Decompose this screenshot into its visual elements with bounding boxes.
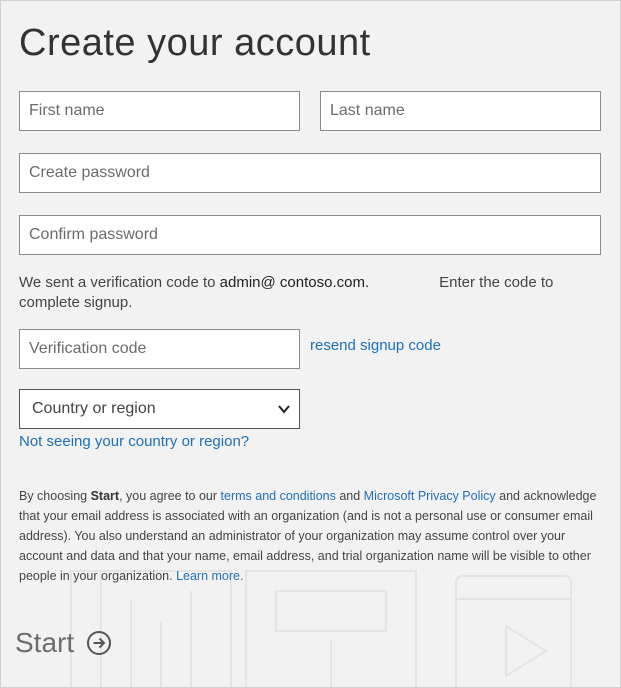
first-name-input[interactable]: [19, 91, 300, 131]
last-name-input[interactable]: [320, 91, 601, 131]
privacy-policy-link[interactable]: Microsoft Privacy Policy: [364, 489, 496, 503]
country-select-value: Country or region: [32, 400, 156, 417]
signup-page: Create your account We sent a verificati…: [0, 0, 621, 688]
legal-text-part: By choosing: [19, 489, 91, 503]
country-region-select[interactable]: Country or region: [19, 389, 300, 429]
legal-text: By choosing Start, you agree to our term…: [19, 486, 604, 586]
not-seeing-country-link[interactable]: Not seeing your country or region?: [19, 433, 249, 450]
legal-text-part: and acknowledge that your email address …: [19, 489, 597, 583]
page-title: Create your account: [19, 22, 371, 64]
learn-more-link[interactable]: Learn more.: [176, 569, 243, 583]
confirm-password-input[interactable]: [19, 215, 601, 255]
legal-text-part: , you agree to our: [119, 489, 221, 503]
create-password-input[interactable]: [19, 153, 601, 193]
start-button[interactable]: Start: [15, 627, 112, 659]
verification-notice: We sent a verification code to admin@ co…: [19, 273, 601, 313]
verification-code-input[interactable]: [19, 329, 300, 369]
chevron-down-icon: [278, 405, 290, 414]
verification-email: admin@ contoso.com.: [219, 274, 370, 291]
verification-text-before: We sent a verification code to: [19, 274, 220, 291]
arrow-circle-right-icon: [87, 631, 112, 655]
start-label: Start: [15, 627, 75, 658]
legal-start-word: Start: [90, 489, 120, 503]
resend-signup-code-link[interactable]: resend signup code: [310, 337, 441, 354]
legal-text-part: and: [335, 489, 364, 503]
terms-link[interactable]: terms and conditions: [221, 489, 336, 503]
